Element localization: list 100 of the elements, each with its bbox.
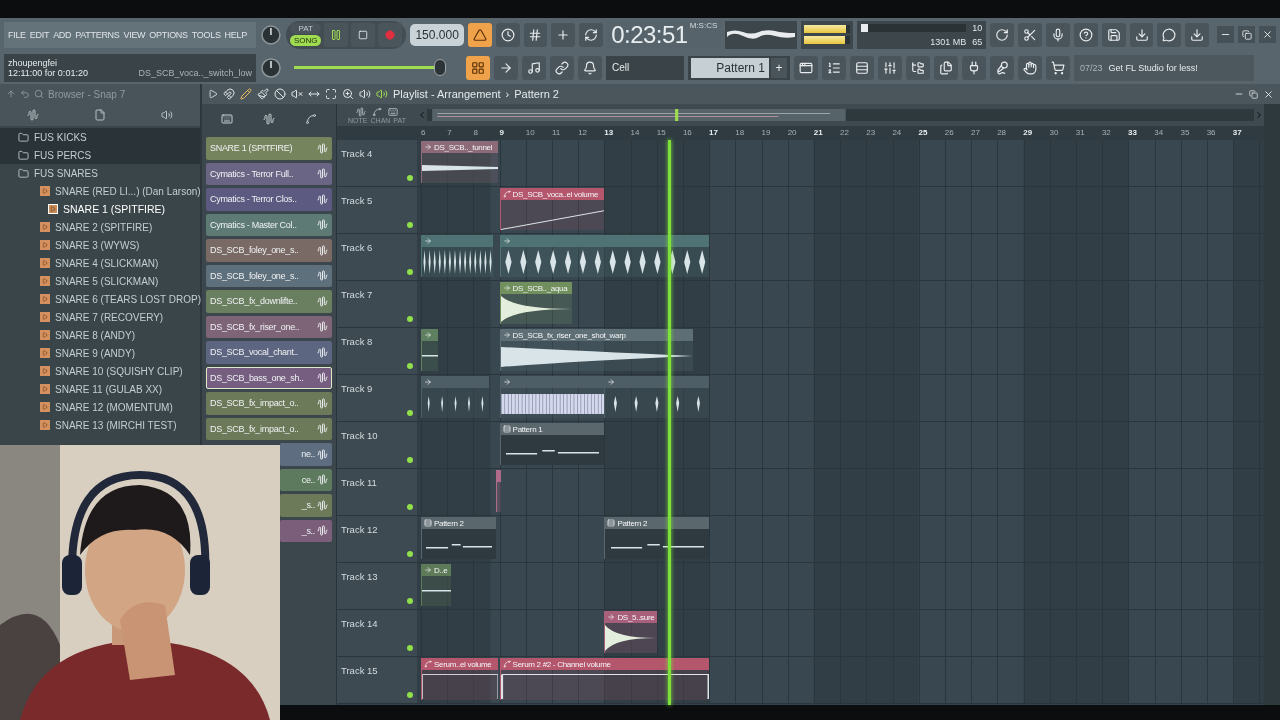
undo-button[interactable] bbox=[990, 22, 1015, 47]
picker-clip[interactable]: ce.. bbox=[280, 468, 332, 491]
speaker-icon[interactable] bbox=[376, 88, 388, 100]
track-led[interactable] bbox=[407, 645, 413, 651]
browser-item[interactable]: SNARE 2 (SPITFIRE) bbox=[0, 218, 200, 236]
playlist-clip[interactable]: Pattern 2 bbox=[421, 517, 496, 559]
waveform-icon[interactable] bbox=[27, 109, 40, 121]
speaker-icon[interactable] bbox=[359, 88, 371, 100]
picker-clip[interactable]: DS_SCB_foley_one_s.. bbox=[206, 239, 332, 262]
playlist-clip[interactable]: Serum..el volume bbox=[421, 658, 499, 700]
browser-item[interactable]: SNARE 1 (SPITFIRE) bbox=[0, 200, 200, 218]
playlist-clip[interactable] bbox=[421, 329, 438, 371]
pattern-name[interactable]: Pattern 1 bbox=[691, 57, 769, 78]
picker-clip[interactable]: Cymatics - Terror Full.. bbox=[206, 162, 332, 185]
add-pattern-button[interactable]: + bbox=[771, 57, 787, 78]
playlist-clip[interactable]: Serum 2 #2 - Channel volume bbox=[499, 658, 710, 700]
picker-clip[interactable]: ne.. bbox=[280, 443, 332, 466]
ban-icon[interactable] bbox=[274, 88, 286, 100]
plug-button[interactable] bbox=[962, 55, 986, 80]
track-header[interactable]: Track 13 bbox=[337, 563, 417, 609]
picker-clip[interactable]: DS_SCB_fx_riser_one.. bbox=[206, 315, 332, 338]
cart-button[interactable] bbox=[1046, 55, 1070, 80]
play-icon[interactable] bbox=[208, 89, 218, 99]
playlist-clip[interactable] bbox=[421, 376, 490, 418]
magnet-icon[interactable] bbox=[223, 88, 235, 100]
track-led[interactable] bbox=[407, 363, 413, 369]
track-header[interactable]: Track 14 bbox=[337, 610, 417, 656]
track-header[interactable]: Track 11 bbox=[337, 469, 417, 515]
track-header[interactable]: Track 6 bbox=[337, 234, 417, 280]
waveform-icon[interactable] bbox=[356, 106, 366, 117]
picker-clip[interactable]: DS_SCB_fx_impact_o.. bbox=[206, 417, 332, 440]
track-led[interactable] bbox=[407, 269, 413, 275]
folder-tree-button[interactable] bbox=[906, 55, 930, 80]
picker-clip[interactable]: DS_SCB_vocal_chant.. bbox=[206, 341, 332, 364]
snap-select[interactable]: Cell bbox=[606, 55, 684, 80]
menu-item[interactable]: TOOLS bbox=[191, 29, 221, 40]
zoom-icon[interactable] bbox=[342, 88, 354, 100]
playlist-clip[interactable]: Pattern 2 bbox=[604, 517, 710, 559]
arrow-right-button[interactable] bbox=[494, 55, 518, 80]
browser-item[interactable]: SNARE 13 (MIRCHI TEST) bbox=[0, 416, 200, 434]
knob-icon[interactable] bbox=[260, 56, 282, 79]
mode-toggle[interactable]: SONG bbox=[289, 35, 322, 46]
menu-item[interactable]: OPTIONS bbox=[149, 29, 188, 40]
track-header[interactable]: Track 10 bbox=[337, 422, 417, 468]
speaker-icon[interactable] bbox=[160, 109, 173, 121]
track-led[interactable] bbox=[407, 410, 413, 416]
picker-clip[interactable]: DS_SCB_fx_downlifte.. bbox=[206, 290, 332, 313]
track-header[interactable]: Track 4 bbox=[337, 140, 417, 186]
microphone-button[interactable] bbox=[990, 55, 1014, 80]
loop-button[interactable] bbox=[579, 22, 604, 47]
playlist-clip[interactable]: DS_SCB_voca..el volume bbox=[499, 188, 605, 230]
microphone-button[interactable] bbox=[1046, 22, 1070, 47]
menu-item[interactable]: HELP bbox=[224, 29, 247, 40]
browser-folder[interactable]: FUS KICKS bbox=[0, 128, 200, 146]
browser-item[interactable]: SNARE (RED LI...) (Dan Larson) bbox=[0, 182, 200, 200]
hash-button[interactable] bbox=[523, 22, 548, 47]
menu-item[interactable]: ADD bbox=[53, 29, 72, 40]
news-panel[interactable]: 07/23 Get FL Studio for less! bbox=[1074, 54, 1254, 81]
browser-item[interactable]: SNARE 9 (ANDY) bbox=[0, 344, 200, 362]
brush-icon[interactable] bbox=[257, 88, 269, 100]
playlist-clip[interactable]: DS_SCB.._aqua bbox=[499, 282, 572, 324]
help-button[interactable] bbox=[1073, 22, 1098, 47]
note-button[interactable] bbox=[522, 55, 546, 80]
scissors-button[interactable] bbox=[1018, 22, 1043, 47]
menu-item[interactable]: VIEW bbox=[123, 29, 146, 40]
hand-button[interactable] bbox=[1018, 55, 1042, 80]
track-header[interactable]: Track 15 bbox=[337, 657, 417, 703]
mode-toggle[interactable]: PAT bbox=[289, 23, 322, 34]
picker-clip[interactable]: SNARE 1 (SPITFIRE) bbox=[206, 137, 332, 160]
browser-item[interactable]: SNARE 11 (GULAB XX) bbox=[0, 380, 200, 398]
track-header[interactable]: Track 5 bbox=[337, 187, 417, 233]
track-header[interactable]: Track 9 bbox=[337, 375, 417, 421]
browser-folder[interactable]: FUS SNARES bbox=[0, 164, 200, 182]
playlist-clip[interactable]: DS_SCB_fx_riser_one_shot_warp bbox=[499, 329, 694, 371]
mixer-button[interactable] bbox=[878, 55, 902, 80]
clock-button[interactable] bbox=[495, 22, 520, 47]
keyboard-icon[interactable] bbox=[221, 113, 233, 125]
playlist-clip[interactable] bbox=[495, 470, 501, 512]
browser-item[interactable]: SNARE 7 (RECOVERY) bbox=[0, 308, 200, 326]
slider-thumb[interactable] bbox=[433, 59, 446, 76]
close-button[interactable] bbox=[1259, 26, 1276, 43]
picker-clip[interactable]: DS_SCB_bass_one_sh.. bbox=[206, 366, 332, 389]
playlist-clip[interactable] bbox=[499, 235, 710, 277]
link-button[interactable] bbox=[550, 55, 574, 80]
track-header[interactable]: Track 7 bbox=[337, 281, 417, 327]
picker-clip[interactable]: DS_SCB_fx_impact_o.. bbox=[206, 392, 332, 415]
browser-item[interactable]: SNARE 5 (SLICKMAN) bbox=[0, 272, 200, 290]
grid-button[interactable] bbox=[466, 55, 490, 80]
restore-icon[interactable] bbox=[1249, 89, 1258, 99]
pencil-icon[interactable] bbox=[240, 88, 252, 100]
playlist-clip[interactable]: DS_SCB.._tunnel bbox=[421, 141, 499, 183]
timeline-ruler[interactable]: 6 7 8 9 10 11 12 13 14 15 16 17 18 19 20 21 22 23 24 25 26 27 28 29 30 31 32 33 34 35 36 37 bbox=[337, 126, 1264, 140]
chat-button[interactable] bbox=[1157, 22, 1182, 47]
track-led[interactable] bbox=[407, 504, 413, 510]
playlist-clip[interactable] bbox=[421, 235, 494, 277]
menu-item[interactable]: PATTERNS bbox=[75, 29, 120, 40]
track-led[interactable] bbox=[407, 551, 413, 557]
automation-icon[interactable] bbox=[372, 106, 382, 117]
knob-icon[interactable] bbox=[260, 23, 282, 46]
overview-drawing[interactable] bbox=[427, 107, 1254, 123]
